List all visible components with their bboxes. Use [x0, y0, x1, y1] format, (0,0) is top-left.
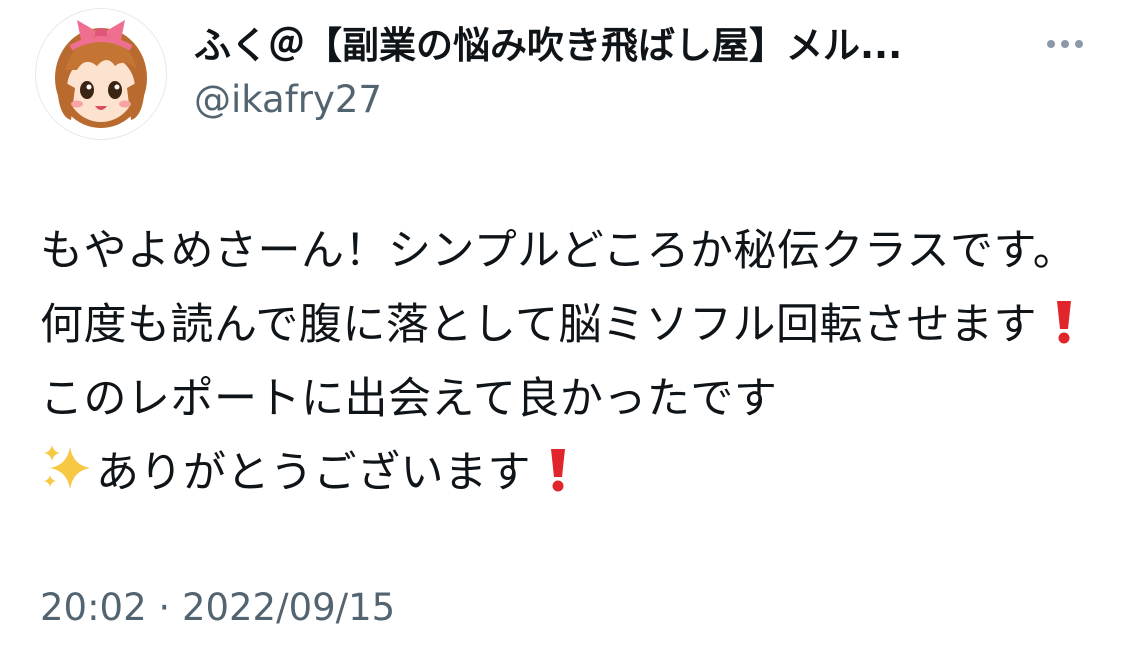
anime-girl-avatar-icon[interactable] [35, 8, 167, 140]
sparkles-icon [44, 445, 90, 489]
more-options-button[interactable] [1030, 24, 1100, 64]
tweet-time: 20:02 [40, 586, 147, 629]
tweet-text-part-2: このレポートに出会えて良かったです [40, 374, 778, 424]
red-exclamation-icon [551, 449, 566, 492]
more-dots-icon [1047, 40, 1055, 48]
tweet-date: 2022/09/15 [181, 586, 396, 629]
tweet-text: もやよめさーん！シンプルどころか秘伝クラスです。何度も読んで腹に落として脳ミソフ… [40, 214, 1090, 510]
author-display-name[interactable]: ふく＠【副業の悩み吹き飛ばし屋】メル... [194, 22, 1014, 70]
timestamp-separator: · [158, 586, 171, 629]
tweet-card: ふく＠【副業の悩み吹き飛ばし屋】メル... @ikafry27 もやよめさーん！… [0, 0, 1125, 649]
red-exclamation-icon [1057, 301, 1072, 344]
tweet-text-part-1: もやよめさーん！シンプルどころか秘伝クラスです。何度も読んで腹に落として脳ミソフ… [40, 226, 1077, 350]
tweet-text-part-3: ありがとうございます [96, 448, 531, 498]
tweet-timestamp[interactable]: 20:02 · 2022/09/15 [40, 584, 395, 632]
author-handle[interactable]: @ikafry27 [194, 76, 382, 124]
